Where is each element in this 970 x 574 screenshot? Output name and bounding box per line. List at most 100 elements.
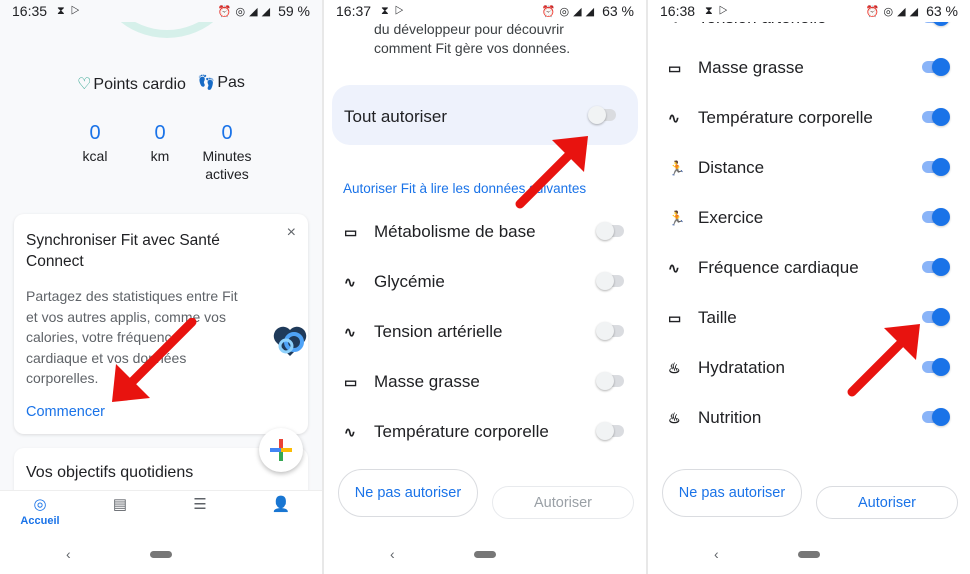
permission-toggle[interactable] bbox=[922, 108, 950, 126]
permission-toggle[interactable] bbox=[596, 222, 624, 240]
allow-all-label: Tout autoriser bbox=[344, 107, 447, 126]
permission-toggle[interactable] bbox=[596, 372, 624, 390]
runner-icon: 🏃 bbox=[668, 159, 686, 176]
status-bar: 16:35 ⧗▷ ⏰◎◢◢ 59 % bbox=[0, 0, 322, 22]
deny-button[interactable]: Ne pas autoriser bbox=[662, 469, 802, 517]
vitals-icon: ∿ bbox=[668, 259, 680, 276]
nav-profile[interactable]: 👤 bbox=[251, 495, 311, 513]
permission-row[interactable]: ♨ Nutrition bbox=[668, 403, 956, 433]
health-connect-logo bbox=[273, 326, 307, 356]
permission-row[interactable]: ▭ Masse grasse bbox=[668, 53, 956, 83]
status-bar: 16:37 ⧗▷ ⏰◎◢◢ 63 % bbox=[324, 0, 646, 22]
permissions-screen-on: 16:38 ⧗▷ ⏰◎◢◢ 63 % ∿Tension artérielle▭M… bbox=[648, 0, 970, 574]
permission-row[interactable]: 🏃 Exercice bbox=[668, 203, 956, 233]
permission-toggle[interactable] bbox=[922, 208, 950, 226]
clipboard-icon: ▤ bbox=[112, 496, 128, 513]
permission-row[interactable]: ∿ Glycémie bbox=[344, 267, 632, 297]
toggle-knob bbox=[596, 272, 614, 290]
stat-minutes: 0 Minutes actives bbox=[202, 122, 252, 182]
toggle-knob bbox=[596, 422, 614, 440]
system-nav-bar: ‹ bbox=[648, 534, 970, 574]
toggle-knob bbox=[596, 222, 614, 240]
permission-toggle[interactable] bbox=[922, 358, 950, 376]
status-time: 16:38 bbox=[660, 3, 696, 19]
permission-label: Tension artérielle bbox=[374, 322, 503, 341]
add-fab-button[interactable] bbox=[259, 428, 303, 472]
permission-label: Fréquence cardiaque bbox=[698, 258, 859, 277]
runner-icon: 🏃 bbox=[668, 209, 686, 226]
ruler-icon: ▭ bbox=[344, 223, 358, 240]
permission-toggle[interactable] bbox=[922, 258, 950, 276]
home-pill[interactable] bbox=[474, 550, 496, 558]
notification-icons: ⧗▷ bbox=[57, 4, 86, 17]
status-time: 16:37 bbox=[336, 3, 372, 19]
back-icon[interactable]: ‹ bbox=[390, 546, 395, 562]
vitals-icon: ∿ bbox=[668, 109, 680, 126]
permission-row[interactable]: 🏃 Distance bbox=[668, 153, 956, 183]
bottom-navigation: ◎ Accueil ▤ ☰ 👤 bbox=[0, 490, 322, 534]
permission-row[interactable]: ∿ Fréquence cardiaque bbox=[668, 253, 956, 283]
permission-row[interactable]: ♨ Hydratation bbox=[668, 353, 956, 383]
permission-toggle[interactable] bbox=[922, 58, 950, 76]
ruler-icon: ▭ bbox=[344, 373, 358, 390]
nav-home[interactable]: ◎ Accueil bbox=[10, 495, 70, 527]
home-pill[interactable] bbox=[798, 550, 820, 558]
health-connect-card: Synchroniser Fit avec Santé Connect × Pa… bbox=[14, 214, 308, 434]
start-button[interactable]: Commencer bbox=[26, 404, 105, 420]
permission-label: Hydratation bbox=[698, 358, 785, 377]
list-icon: ☰ bbox=[193, 496, 207, 513]
nav-journal[interactable]: ▤ bbox=[90, 495, 150, 513]
nav-browse[interactable]: ☰ bbox=[170, 495, 230, 513]
permission-row[interactable]: ▭ Masse grasse bbox=[344, 367, 632, 397]
permission-toggle[interactable] bbox=[922, 308, 950, 326]
home-pill[interactable] bbox=[150, 550, 172, 558]
vitals-icon: ∿ bbox=[344, 273, 356, 290]
vitals-icon: ∿ bbox=[344, 423, 356, 440]
legend-cardio: ♡ Points cardio bbox=[77, 76, 186, 93]
permission-label: Nutrition bbox=[698, 408, 762, 427]
permission-row[interactable]: ∿ Tension artérielle bbox=[344, 317, 632, 347]
toggle-knob bbox=[932, 208, 950, 226]
permission-label: Température corporelle bbox=[374, 422, 549, 441]
allow-button[interactable]: Autoriser bbox=[492, 486, 634, 519]
permission-toggle[interactable] bbox=[922, 158, 950, 176]
back-icon[interactable]: ‹ bbox=[714, 546, 719, 562]
system-icons: ⏰◎◢◢ bbox=[541, 5, 599, 18]
ruler-icon: ▭ bbox=[668, 309, 682, 326]
permission-toggle[interactable] bbox=[596, 272, 624, 290]
goals-title: Vos objectifs quotidiens bbox=[26, 464, 194, 481]
heart-icon: ♡ bbox=[77, 76, 92, 93]
system-icons: ⏰◎◢◢ bbox=[865, 5, 923, 18]
permission-row[interactable]: ∿ Température corporelle bbox=[668, 103, 956, 133]
battery-level: 63 % bbox=[602, 3, 634, 19]
permission-label: Taille bbox=[698, 308, 737, 327]
system-nav-bar: ‹ bbox=[0, 534, 322, 574]
status-bar: 16:38 ⧗▷ ⏰◎◢◢ 63 % bbox=[648, 0, 970, 22]
fit-home-screen: 16:35 ⧗▷ ⏰◎◢◢ 59 % ♡ Points cardio 👣 Pas 0… bbox=[0, 0, 322, 574]
deny-button[interactable]: Ne pas autoriser bbox=[338, 469, 478, 517]
toggle-knob bbox=[932, 258, 950, 276]
permission-row[interactable]: ▭ Métabolisme de base bbox=[344, 217, 632, 247]
toggle-knob bbox=[932, 308, 950, 326]
close-icon[interactable]: × bbox=[287, 224, 296, 242]
permission-row[interactable]: ▭ Taille bbox=[668, 303, 956, 333]
permission-toggle[interactable] bbox=[922, 408, 950, 426]
allow-all-row[interactable]: Tout autoriser bbox=[332, 85, 638, 145]
back-icon[interactable]: ‹ bbox=[66, 546, 71, 562]
notification-icons: ⧗▷ bbox=[705, 4, 734, 17]
nutrition-icon: ♨ bbox=[668, 359, 681, 376]
notification-icons: ⧗▷ bbox=[381, 4, 410, 17]
permission-row[interactable]: ∿ Température corporelle bbox=[344, 417, 632, 447]
permission-label: Masse grasse bbox=[698, 58, 804, 77]
allow-all-toggle[interactable] bbox=[588, 106, 616, 124]
ring-legend: ♡ Points cardio 👣 Pas bbox=[0, 74, 322, 94]
permission-toggle[interactable] bbox=[596, 422, 624, 440]
steps-icon: 👣 bbox=[197, 74, 216, 90]
permission-toggle[interactable] bbox=[596, 322, 624, 340]
toggle-knob bbox=[932, 158, 950, 176]
allow-button[interactable]: Autoriser bbox=[816, 486, 958, 519]
system-icons: ⏰◎◢◢ bbox=[217, 5, 275, 18]
toggle-knob bbox=[596, 372, 614, 390]
toggle-knob bbox=[932, 58, 950, 76]
legend-steps: 👣 Pas bbox=[197, 74, 245, 91]
